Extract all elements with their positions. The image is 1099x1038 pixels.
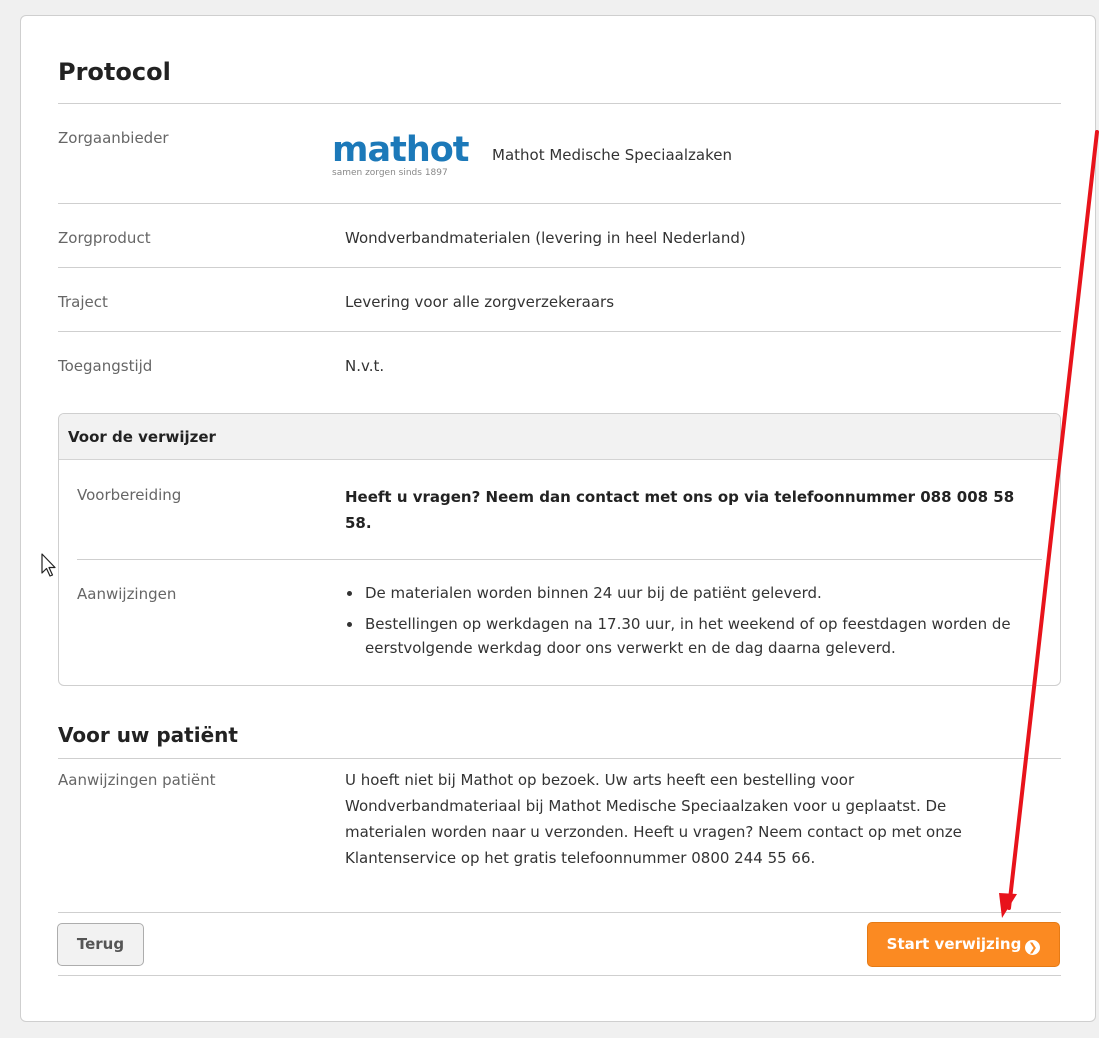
logo-wordmark: mathot: [332, 130, 470, 170]
provider-value: Mathot Medische Speciaalzaken: [492, 146, 732, 164]
annotation-arrow: [999, 130, 1099, 918]
list-item: De materialen worden binnen 24 uur bij d…: [345, 581, 1045, 605]
chevron-right-icon: ❯: [1025, 940, 1041, 955]
divider: [58, 267, 1061, 268]
patient-section-title: Voor uw patiënt: [58, 723, 238, 747]
patient-instructions-label: Aanwijzingen patiënt: [58, 771, 216, 789]
patient-instructions-text: U hoeft niet bij Mathot op bezoek. Uw ar…: [345, 771, 962, 867]
divider: [77, 559, 1042, 560]
protocol-card: Protocol Zorgaanbieder mathot samen zorg…: [20, 15, 1096, 1022]
list-item: Bestellingen op werkdagen na 17.30 uur, …: [345, 612, 1045, 660]
preparation-text: Heeft u vragen? Neem dan contact met ons…: [345, 488, 1015, 532]
referrer-panel: Voor de verwijzer Voorbereiding Heeft u …: [58, 413, 1061, 686]
divider: [58, 103, 1061, 104]
instructions-label: Aanwijzingen: [77, 585, 177, 603]
divider: [58, 203, 1061, 204]
preparation-label: Voorbereiding: [77, 486, 182, 504]
product-label: Zorgproduct: [58, 229, 151, 247]
mathot-logo: mathot samen zorgen sinds 1897: [332, 132, 482, 180]
provider-label: Zorgaanbieder: [58, 129, 169, 147]
divider: [58, 758, 1061, 759]
access-time-value: N.v.t.: [345, 357, 385, 375]
instructions-list: De materialen worden binnen 24 uur bij d…: [345, 581, 1045, 667]
divider: [58, 331, 1061, 332]
panel-title: Voor de verwijzer: [68, 428, 216, 446]
traject-value: Levering voor alle zorgverzekeraars: [345, 293, 615, 311]
back-button[interactable]: Terug: [57, 923, 144, 966]
page-title: Protocol: [58, 58, 171, 86]
traject-label: Traject: [58, 293, 108, 311]
access-time-label: Toegangstijd: [58, 357, 153, 375]
panel-header: Voor de verwijzer: [59, 414, 1060, 460]
divider: [58, 975, 1061, 976]
product-value: Wondverbandmaterialen (levering in heel …: [345, 229, 746, 247]
cursor-icon: [41, 553, 56, 577]
start-referral-label: Start verwijzing: [886, 935, 1022, 953]
divider: [58, 912, 1061, 913]
